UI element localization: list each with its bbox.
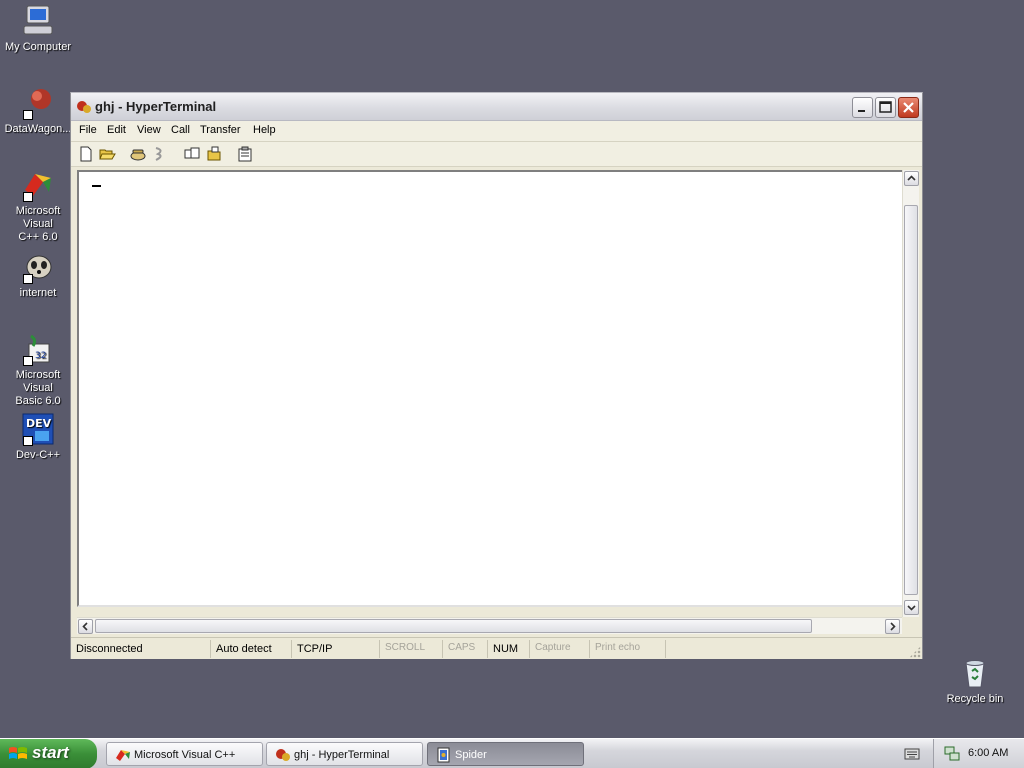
internet-icon <box>21 250 55 284</box>
desktop-icon-label: Dev-C++ <box>15 449 61 461</box>
status-print-echo: Print echo <box>592 640 666 658</box>
receive-icon[interactable] <box>206 146 224 164</box>
horizontal-scroll-thumb[interactable] <box>95 619 812 633</box>
vertical-scrollbar[interactable] <box>902 170 919 617</box>
clock[interactable]: 6:00 AM <box>968 747 1008 759</box>
recycle-bin-label: Recycle bin <box>946 693 1004 705</box>
desktop-icon-dev-cpp[interactable]: DEV Dev-C++ <box>0 412 76 462</box>
minimize-button[interactable] <box>852 97 873 118</box>
send-icon[interactable] <box>183 146 201 164</box>
status-bar: Disconnected Auto detect TCP/IP SCROLL C… <box>71 637 922 659</box>
svg-text:32: 32 <box>35 351 46 361</box>
taskbar-button-visual-cpp[interactable]: Microsoft Visual C++ <box>106 742 263 766</box>
open-icon[interactable] <box>99 146 117 164</box>
menubar: File Edit View Call Transfer Help <box>71 121 922 141</box>
system-tray: 6:00 AM <box>933 739 1024 768</box>
windows-flag-icon <box>8 745 28 768</box>
visual-basic-icon: 32 <box>21 332 55 366</box>
dev-cpp-icon: DEV <box>21 412 55 446</box>
taskbar-button-hyperterminal[interactable]: ghj - HyperTerminal <box>266 742 423 766</box>
menu-edit[interactable]: Edit <box>107 124 126 136</box>
new-icon[interactable] <box>78 146 96 164</box>
shortcut-arrow-icon <box>23 436 33 446</box>
spider-solitaire-icon <box>436 747 452 766</box>
chevron-right-icon <box>890 622 896 631</box>
call-icon[interactable] <box>129 146 147 164</box>
taskbar-button-label: Spider <box>455 749 487 761</box>
menu-view[interactable]: View <box>137 124 161 136</box>
minimize-icon <box>858 110 865 112</box>
close-icon <box>903 102 914 113</box>
recycle-bin-icon <box>960 657 990 689</box>
shortcut-arrow-icon <box>23 110 33 120</box>
network-icon[interactable] <box>943 745 961 766</box>
status-scroll: SCROLL <box>382 640 443 658</box>
horizontal-scrollbar[interactable] <box>77 617 902 634</box>
menu-file[interactable]: File <box>79 124 97 136</box>
chevron-up-icon <box>907 175 916 181</box>
desktop-icon-recycle-bin[interactable]: Recycle bin <box>940 657 1010 705</box>
vertical-scroll-thumb[interactable] <box>904 205 918 595</box>
scroll-up-button[interactable] <box>904 171 919 186</box>
hyperterminal-app-icon <box>275 747 291 766</box>
text-cursor <box>92 185 101 187</box>
scroll-right-button[interactable] <box>885 619 900 634</box>
taskbar: start Microsoft Visual C++ ghj - HyperTe… <box>0 738 1024 768</box>
status-protocol: TCP/IP <box>294 640 380 658</box>
hyperterminal-window: ghj - HyperTerminal File Edit View Call … <box>70 92 923 659</box>
visual-cpp-icon <box>21 168 55 202</box>
start-label: start <box>32 743 69 762</box>
maximize-icon <box>879 101 892 113</box>
terminal-display[interactable] <box>77 170 905 607</box>
shortcut-arrow-icon <box>23 356 33 366</box>
maximize-button[interactable] <box>875 97 896 118</box>
shortcut-arrow-icon <box>23 274 33 284</box>
desktop-icon-my-computer[interactable]: My Computer <box>0 4 76 54</box>
taskbar-button-label: ghj - HyperTerminal <box>294 749 390 761</box>
status-num: NUM <box>490 640 530 658</box>
datawagon-icon <box>21 86 55 120</box>
hyperterminal-app-icon <box>76 99 92 118</box>
taskbar-button-spider[interactable]: Spider <box>427 742 584 766</box>
scroll-left-button[interactable] <box>78 619 93 634</box>
visual-cpp-icon <box>115 747 131 766</box>
svg-text:DEV: DEV <box>26 417 52 430</box>
desktop-icon-visual-basic[interactable]: 32 Microsoft Visual Basic 6.0 <box>0 332 76 408</box>
menu-transfer[interactable]: Transfer <box>200 124 241 136</box>
close-button[interactable] <box>898 97 919 118</box>
status-capture: Capture <box>532 640 590 658</box>
desktop-icon-visual-cpp[interactable]: Microsoft Visual C++ 6.0 <box>0 168 76 244</box>
status-connection: Disconnected <box>73 640 211 658</box>
desktop-icon-label: Microsoft Visual Basic 6.0 <box>15 369 61 407</box>
properties-icon[interactable] <box>237 146 255 164</box>
start-button[interactable]: start <box>0 739 97 768</box>
window-title: ghj - HyperTerminal <box>95 99 217 114</box>
shortcut-arrow-icon <box>23 192 33 202</box>
status-caps: CAPS <box>445 640 488 658</box>
resize-grip[interactable] <box>909 646 921 658</box>
my-computer-icon <box>21 4 55 38</box>
scroll-down-button[interactable] <box>904 600 919 615</box>
desktop-icon-label: internet <box>19 287 57 299</box>
keyboard-layout-icon[interactable] <box>904 748 920 763</box>
desktop-icon-label: Microsoft Visual C++ 6.0 <box>15 205 61 243</box>
window-titlebar[interactable]: ghj - HyperTerminal <box>71 93 922 121</box>
menu-help[interactable]: Help <box>253 124 276 136</box>
desktop-icon-datawagon[interactable]: DataWagon... <box>0 86 76 136</box>
taskbar-button-label: Microsoft Visual C++ <box>134 749 236 761</box>
chevron-left-icon <box>82 622 88 631</box>
disconnect-icon[interactable] <box>152 146 170 164</box>
chevron-down-icon <box>907 605 916 611</box>
menu-call[interactable]: Call <box>171 124 190 136</box>
desktop-icon-label: My Computer <box>4 41 72 53</box>
status-detect: Auto detect <box>213 640 292 658</box>
desktop-icon-internet[interactable]: internet <box>0 250 76 300</box>
desktop-icon-label: DataWagon... <box>4 123 72 135</box>
toolbar <box>71 141 922 167</box>
